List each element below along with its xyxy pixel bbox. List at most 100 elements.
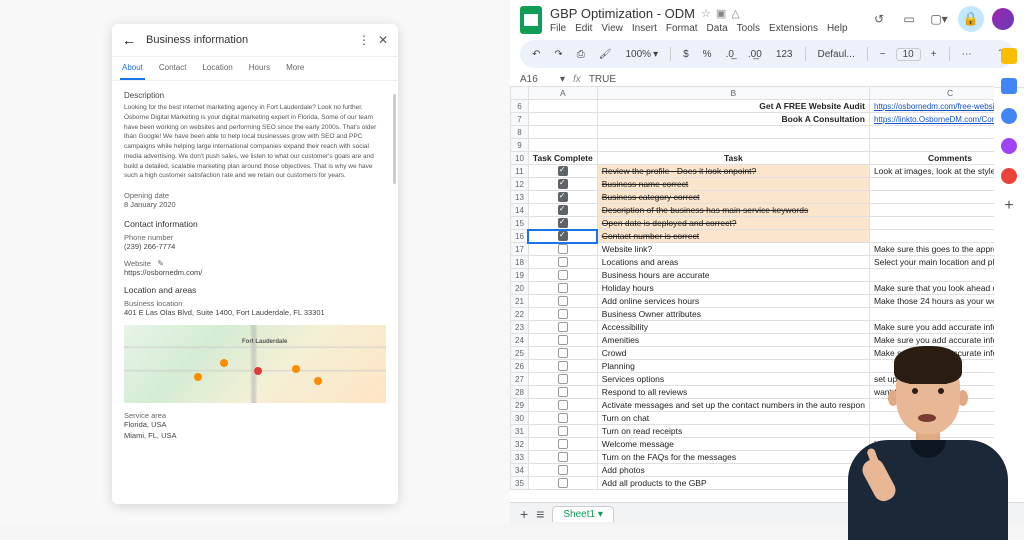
print-icon[interactable]: ⎙	[573, 47, 589, 62]
checkbox-cell[interactable]	[528, 360, 597, 373]
row-header[interactable]: 6	[511, 100, 529, 113]
comment-cell[interactable]: Make sure you add accurate information	[869, 334, 994, 347]
task-cell[interactable]: Review the profile - Does it look onpoin…	[597, 165, 869, 178]
cloud-icon[interactable]: △	[731, 7, 739, 20]
comment-cell[interactable]: Make sure you add accurate information	[869, 347, 994, 360]
move-icon[interactable]: ▣	[716, 7, 726, 20]
menu-extensions[interactable]: Extensions	[769, 23, 818, 34]
checkbox-cell[interactable]	[528, 282, 597, 295]
comment-cell[interactable]: Select your main location and places ne	[869, 256, 994, 269]
percent-icon[interactable]: %	[699, 47, 716, 62]
checkbox-icon[interactable]	[558, 270, 568, 280]
row-header[interactable]: 34	[511, 464, 529, 477]
checkbox-cell[interactable]	[528, 243, 597, 256]
decrease-decimal-icon[interactable]: .0̲	[722, 47, 738, 62]
task-cell[interactable]: Business hours are accurate	[597, 269, 869, 282]
task-cell[interactable]: Turn on the FAQs for the messages	[597, 451, 869, 464]
task-cell[interactable]: Accessibility	[597, 321, 869, 334]
comment-cell[interactable]: Make sure this goes to the appropriate p	[869, 243, 994, 256]
pencil-icon[interactable]: ✎	[157, 259, 164, 268]
checkbox-icon[interactable]	[558, 387, 568, 397]
tasks-icon[interactable]	[1001, 108, 1017, 124]
col-header-c[interactable]: C	[869, 87, 994, 100]
checkbox-icon[interactable]	[558, 348, 568, 358]
star-icon[interactable]: ☆	[701, 7, 711, 20]
more-formats-icon[interactable]: 123	[772, 47, 797, 62]
header-task-complete[interactable]: Task Complete	[528, 152, 597, 165]
checkbox-cell[interactable]	[528, 373, 597, 386]
add-sheet-button[interactable]: +	[520, 506, 528, 522]
task-cell[interactable]: Add photos	[597, 464, 869, 477]
name-box-dropdown-icon[interactable]: ▾	[560, 74, 565, 85]
formula-input[interactable]: TRUE	[589, 74, 616, 85]
row-header[interactable]: 10	[511, 152, 529, 165]
tab-contact[interactable]: Contact	[157, 57, 189, 80]
task-cell[interactable]: Contact number is correct	[597, 230, 869, 243]
task-cell[interactable]: Business name correct	[597, 178, 869, 191]
undo-icon[interactable]: ↶	[528, 47, 544, 62]
task-cell[interactable]: Services options	[597, 373, 869, 386]
checkbox-cell[interactable]	[528, 165, 597, 178]
task-cell[interactable]: Turn on read receipts	[597, 425, 869, 438]
menu-format[interactable]: Format	[666, 23, 698, 34]
comment-cell[interactable]	[869, 230, 994, 243]
meet-icon[interactable]: ▢▾	[928, 8, 950, 30]
menu-edit[interactable]: Edit	[575, 23, 592, 34]
history-icon[interactable]: ↺	[868, 8, 890, 30]
maps-icon[interactable]	[1001, 168, 1017, 184]
task-cell[interactable]: Turn on chat	[597, 412, 869, 425]
close-icon[interactable]: ✕	[378, 33, 388, 47]
menu-help[interactable]: Help	[827, 23, 848, 34]
row-header[interactable]: 9	[511, 139, 529, 152]
menu-tools[interactable]: Tools	[737, 23, 760, 34]
row-header[interactable]: 14	[511, 204, 529, 217]
comment-cell[interactable]	[869, 477, 994, 490]
checkbox-cell[interactable]	[528, 399, 597, 412]
task-cell[interactable]: Website link?	[597, 243, 869, 256]
checkbox-cell[interactable]	[528, 451, 597, 464]
checkbox-icon[interactable]	[558, 296, 568, 306]
comment-icon[interactable]: ▭	[898, 8, 920, 30]
checkbox-icon[interactable]	[558, 322, 568, 332]
checkbox-icon[interactable]	[558, 309, 568, 319]
comment-cell[interactable]: You sh ess phone nu	[869, 438, 994, 451]
comment-cell[interactable]	[869, 451, 994, 464]
task-cell[interactable]: Open date is deployed and correct?	[597, 217, 869, 230]
checkbox-icon[interactable]	[558, 205, 568, 215]
task-cell[interactable]: Welcome message	[597, 438, 869, 451]
task-cell[interactable]: Holiday hours	[597, 282, 869, 295]
row-header[interactable]: 13	[511, 191, 529, 204]
name-box[interactable]: A16	[520, 74, 560, 85]
row-header[interactable]: 15	[511, 217, 529, 230]
row-header[interactable]: 32	[511, 438, 529, 451]
col-header-b[interactable]: B	[597, 87, 869, 100]
sheet-tab[interactable]: Sheet1 ▾	[552, 506, 614, 522]
row-header[interactable]: 24	[511, 334, 529, 347]
task-cell[interactable]: Add online services hours	[597, 295, 869, 308]
menu-data[interactable]: Data	[707, 23, 728, 34]
checkbox-icon[interactable]	[558, 465, 568, 475]
task-cell[interactable]: Add all products to the GBP	[597, 477, 869, 490]
row-header[interactable]: 27	[511, 373, 529, 386]
checkbox-icon[interactable]	[558, 452, 568, 462]
comment-cell[interactable]	[869, 178, 994, 191]
task-cell[interactable]: Description of the business has main ser…	[597, 204, 869, 217]
share-button[interactable]: 🔒	[958, 6, 984, 32]
menu-insert[interactable]: Insert	[632, 23, 657, 34]
row-header[interactable]: 7	[511, 113, 529, 126]
checkbox-icon[interactable]	[558, 179, 568, 189]
task-cell[interactable]: Planning	[597, 360, 869, 373]
checkbox-icon[interactable]	[558, 335, 568, 345]
row-header[interactable]: 31	[511, 425, 529, 438]
checkbox-cell[interactable]	[528, 308, 597, 321]
comment-cell[interactable]	[869, 399, 994, 412]
checkbox-icon[interactable]	[558, 218, 568, 228]
header-comments[interactable]: Comments	[869, 152, 994, 165]
checkbox-cell[interactable]	[528, 334, 597, 347]
increase-decimal-icon[interactable]: .0̲0	[744, 47, 766, 62]
map-preview[interactable]: Fort Lauderdale	[124, 325, 386, 403]
checkbox-icon[interactable]	[558, 478, 568, 488]
checkbox-icon[interactable]	[558, 361, 568, 371]
row-header[interactable]: 12	[511, 178, 529, 191]
checkbox-cell[interactable]	[528, 295, 597, 308]
